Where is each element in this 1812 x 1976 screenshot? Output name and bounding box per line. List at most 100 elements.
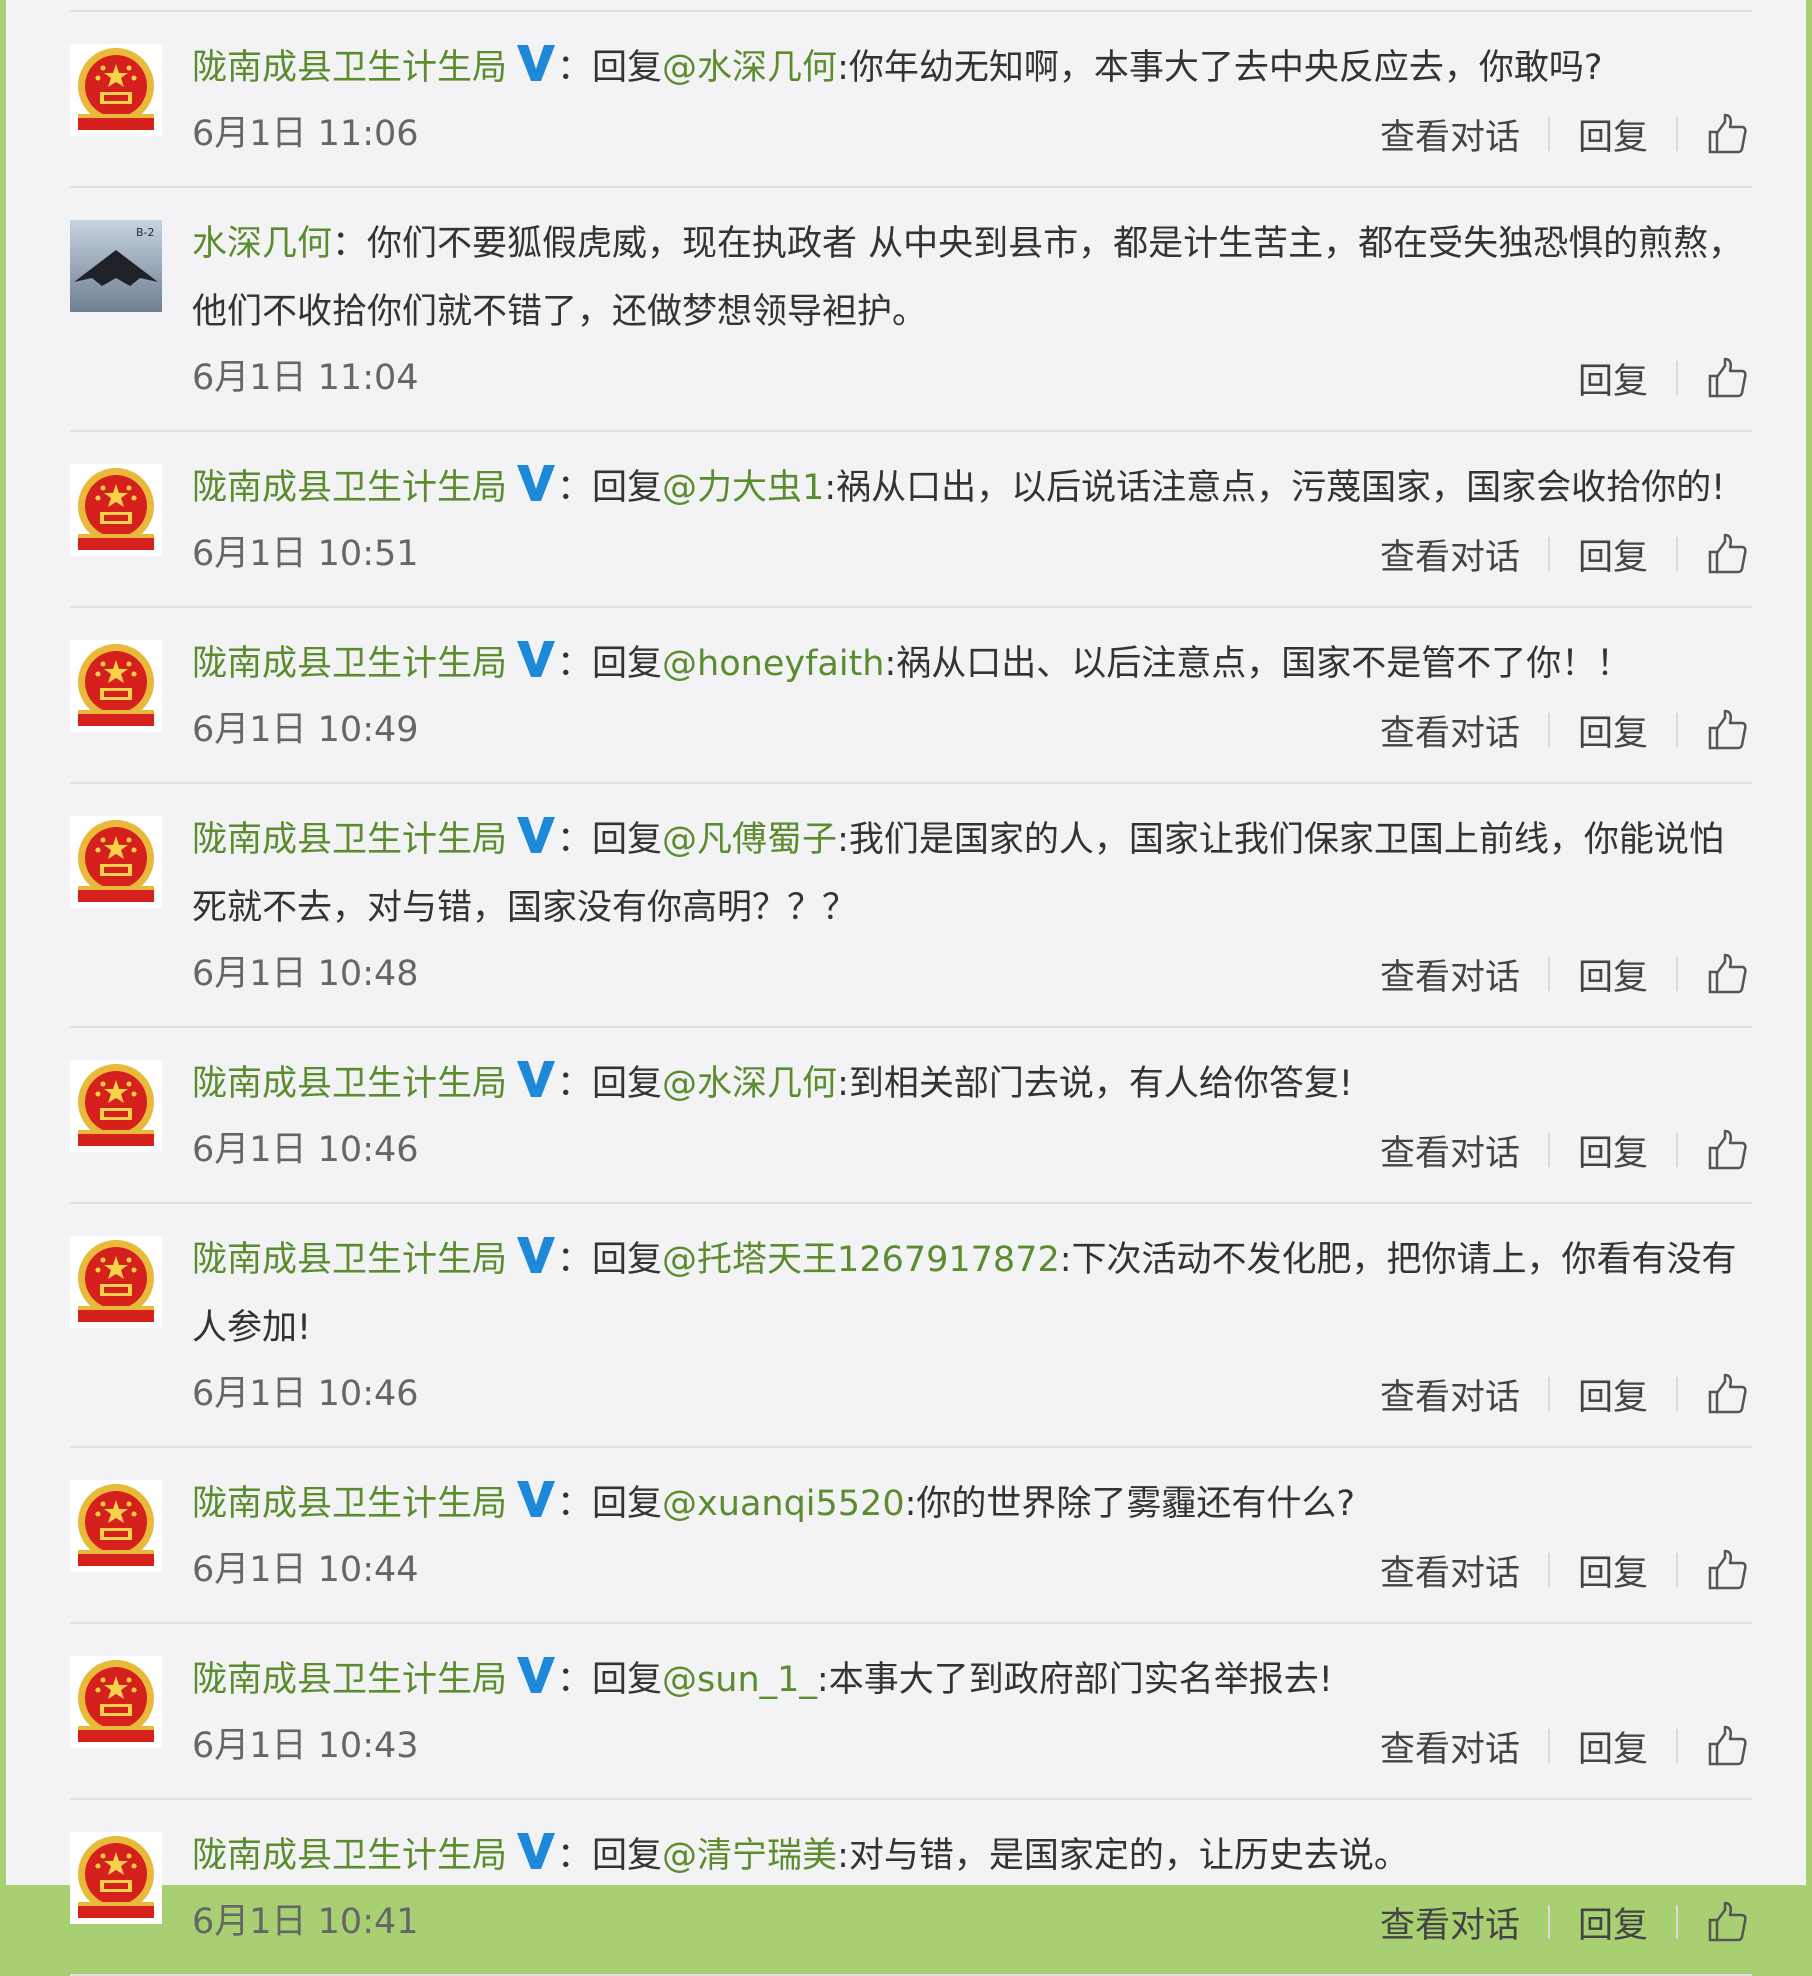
comment-body: 陇南成县卫生计生局 ：回复@xuanqi5520:你的世界除了雾霾还有什么? <box>192 1470 1752 1538</box>
author-name-link[interactable]: 陇南成县卫生计生局 <box>192 820 507 860</box>
view-conversation-link[interactable]: 查看对话 <box>1380 1369 1520 1420</box>
mention-link[interactable]: @清宁瑞美 <box>662 1836 837 1876</box>
mention-link[interactable]: @凡傅蜀子 <box>662 820 837 860</box>
view-conversation-link[interactable]: 查看对话 <box>1380 1125 1520 1176</box>
author-colon: ： <box>557 1064 593 1104</box>
avatar-national-emblem-icon[interactable] <box>70 1832 162 1924</box>
comment-item: 陇南成县卫生计生局 ：回复@力大虫1:祸从口出，以后说话注意点，污蔑国家，国家会收… <box>70 430 1752 606</box>
mention-link[interactable]: @托塔天王1267917872 <box>662 1240 1060 1280</box>
mention-link[interactable]: @水深几何 <box>662 1064 837 1104</box>
author-colon: ： <box>557 48 593 88</box>
comment-body: 陇南成县卫生计生局 ：回复@sun_1_:本事大了到政府部门实名举报去! <box>192 1646 1752 1714</box>
reply-link[interactable]: 回复 <box>1578 1721 1648 1772</box>
mention-link[interactable]: @力大虫1 <box>662 468 824 508</box>
comment-timestamp: 6月1日 10:49 <box>192 710 419 750</box>
like-thumbs-up-icon[interactable] <box>1706 1724 1748 1768</box>
comment-meta: 6月1日 10:43 查看对话 回复 <box>192 1714 1752 1778</box>
view-conversation-link[interactable]: 查看对话 <box>1380 529 1520 580</box>
reply-link[interactable]: 回复 <box>1578 949 1648 1000</box>
like-thumbs-up-icon[interactable] <box>1706 1900 1748 1944</box>
avatar-national-emblem-icon[interactable] <box>70 1480 162 1572</box>
comment-timestamp: 6月1日 10:51 <box>192 534 419 574</box>
like-thumbs-up-icon[interactable] <box>1706 112 1748 156</box>
like-thumbs-up-icon[interactable] <box>1706 952 1748 996</box>
action-divider <box>1676 713 1678 747</box>
reply-link[interactable]: 回复 <box>1578 109 1648 160</box>
verified-v-icon[interactable] <box>515 1474 557 1517</box>
reply-prefix: 回复 <box>592 1660 663 1700</box>
avatar-national-emblem-icon[interactable] <box>70 816 162 908</box>
mention-link[interactable]: @sun_1_ <box>662 1660 817 1700</box>
avatar-bomber-icon[interactable]: B-2 <box>70 220 162 312</box>
verified-v-icon[interactable] <box>515 1230 557 1273</box>
comment-text: :到相关部门去说，有人给你答复! <box>837 1064 1353 1104</box>
comment-meta: 6月1日 10:46 查看对话 回复 <box>192 1362 1752 1426</box>
comment-text: 你们不要狐假虎威，现在执政者 从中央到县市，都是计生苦主，都在受失独恐惧的煎熬，… <box>192 224 1744 332</box>
view-conversation-link[interactable]: 查看对话 <box>1380 109 1520 160</box>
reply-link[interactable]: 回复 <box>1578 705 1648 756</box>
action-divider <box>1676 1729 1678 1763</box>
comment-body: 陇南成县卫生计生局 ：回复@托塔天王1267917872:下次活动不发化肥，把你请… <box>192 1226 1752 1362</box>
reply-prefix: 回复 <box>592 1836 663 1876</box>
reply-link[interactable]: 回复 <box>1578 1369 1648 1420</box>
like-thumbs-up-icon[interactable] <box>1706 356 1748 400</box>
reply-link[interactable]: 回复 <box>1578 529 1648 580</box>
author-name-link[interactable]: 陇南成县卫生计生局 <box>192 48 507 88</box>
comment-timestamp: 6月1日 10:43 <box>192 1726 419 1766</box>
like-thumbs-up-icon[interactable] <box>1706 532 1748 576</box>
comment-body: 陇南成县卫生计生局 ：回复@水深几何:到相关部门去说，有人给你答复! <box>192 1050 1752 1118</box>
author-name-link[interactable]: 陇南成县卫生计生局 <box>192 1240 507 1280</box>
action-divider <box>1676 361 1678 395</box>
like-thumbs-up-icon[interactable] <box>1706 708 1748 752</box>
author-colon: ： <box>557 1836 593 1876</box>
view-conversation-link[interactable]: 查看对话 <box>1380 1897 1520 1948</box>
verified-v-icon[interactable] <box>515 458 557 501</box>
avatar-national-emblem-icon[interactable] <box>70 1236 162 1328</box>
view-conversation-link[interactable]: 查看对话 <box>1380 1721 1520 1772</box>
verified-v-icon[interactable] <box>515 634 557 677</box>
author-colon: ： <box>557 468 593 508</box>
view-conversation-link[interactable]: 查看对话 <box>1380 1545 1520 1596</box>
like-thumbs-up-icon[interactable] <box>1706 1128 1748 1172</box>
avatar-national-emblem-icon[interactable] <box>70 464 162 556</box>
verified-v-icon[interactable] <box>515 38 557 81</box>
reply-link[interactable]: 回复 <box>1578 1897 1648 1948</box>
author-name-link[interactable]: 陇南成县卫生计生局 <box>192 1660 507 1700</box>
verified-v-icon[interactable] <box>515 1650 557 1693</box>
comment-text: :本事大了到政府部门实名举报去! <box>816 1660 1333 1700</box>
verified-v-icon[interactable] <box>515 1826 557 1869</box>
author-name-link[interactable]: 陇南成县卫生计生局 <box>192 1836 507 1876</box>
mention-link[interactable]: @honeyfaith <box>662 644 884 684</box>
reply-link[interactable]: 回复 <box>1578 1125 1648 1176</box>
verified-v-icon[interactable] <box>515 1054 557 1097</box>
author-name-link[interactable]: 陇南成县卫生计生局 <box>192 468 507 508</box>
author-colon: ： <box>557 644 593 684</box>
comment-text: :你年幼无知啊，本事大了去中央反应去，你敢吗? <box>837 48 1603 88</box>
action-divider <box>1676 1905 1678 1939</box>
reply-link[interactable]: 回复 <box>1578 1545 1648 1596</box>
like-thumbs-up-icon[interactable] <box>1706 1548 1748 1592</box>
avatar-national-emblem-icon[interactable] <box>70 1060 162 1152</box>
view-conversation-link[interactable]: 查看对话 <box>1380 705 1520 756</box>
reply-link[interactable]: 回复 <box>1578 353 1648 404</box>
author-name-link[interactable]: 陇南成县卫生计生局 <box>192 1484 507 1524</box>
action-divider <box>1547 1905 1550 1939</box>
comment-body: 陇南成县卫生计生局 ：回复@力大虫1:祸从口出，以后说话注意点，污蔑国家，国家会收… <box>192 454 1752 522</box>
verified-v-icon[interactable] <box>515 810 557 853</box>
action-divider <box>1547 1553 1550 1587</box>
avatar-national-emblem-icon[interactable] <box>70 640 162 732</box>
author-name-link[interactable]: 水深几何 <box>192 224 332 264</box>
avatar-national-emblem-icon[interactable] <box>70 44 162 136</box>
reply-prefix: 回复 <box>592 468 663 508</box>
mention-link[interactable]: @水深几何 <box>662 48 837 88</box>
view-conversation-link[interactable]: 查看对话 <box>1380 949 1520 1000</box>
comment-item: 陇南成县卫生计生局 ：回复@honeyfaith:祸从口出、以后注意点，国家不是管… <box>70 606 1752 782</box>
author-name-link[interactable]: 陇南成县卫生计生局 <box>192 1064 507 1104</box>
avatar-national-emblem-icon[interactable] <box>70 1656 162 1748</box>
comment-item: 陇南成县卫生计生局 ：回复@水深几何:到相关部门去说，有人给你答复! 6月1日 10… <box>70 1026 1752 1202</box>
like-thumbs-up-icon[interactable] <box>1706 1372 1748 1416</box>
comment-actions: 查看对话 回复 <box>1380 1362 1748 1426</box>
mention-link[interactable]: @xuanqi5520 <box>662 1484 905 1524</box>
author-name-link[interactable]: 陇南成县卫生计生局 <box>192 644 507 684</box>
comment-timestamp: 6月1日 11:04 <box>192 358 419 398</box>
